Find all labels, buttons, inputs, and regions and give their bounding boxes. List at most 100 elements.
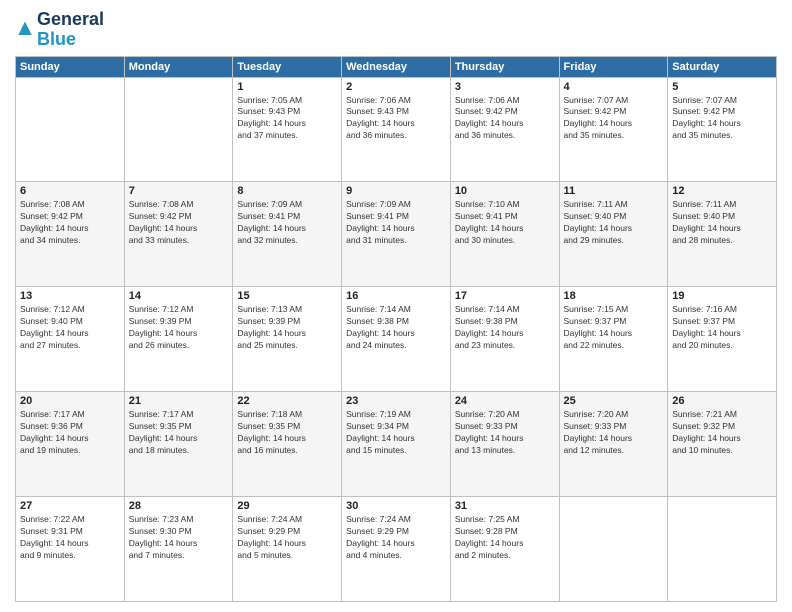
calendar-cell: 25 Sunrise: 7:20 AM Sunset: 9:33 PM Dayli… (559, 392, 668, 497)
week-row-1: 1Sunrise: 7:05 AM Sunset: 9:43 PM Daylig… (16, 77, 777, 182)
calendar-table: SundayMondayTuesdayWednesdayThursdayFrid… (15, 56, 777, 602)
day-number: 2 (346, 81, 446, 93)
calendar-cell: 17Sunrise: 7:14 AM Sunset: 9:38 PM Dayli… (450, 287, 559, 392)
day-info: Sunrise: 7:07 AM Sunset: 9:42 PM Dayligh… (672, 95, 772, 143)
week-row-2: 6Sunrise: 7:08 AM Sunset: 9:42 PM Daylig… (16, 182, 777, 287)
calendar-cell: 13 Sunrise: 7:12 AM Sunset: 9:40 PM Dayli… (16, 287, 125, 392)
calendar-cell: 29 Sunrise: 7:24 AM Sunset: 9:29 PM Dayli… (233, 497, 342, 602)
day-number: 3 (455, 81, 555, 93)
calendar-cell: 28 Sunrise: 7:23 AM Sunset: 9:30 PM Dayli… (124, 497, 233, 602)
day-info: Sunrise: 7:22 AM Sunset: 9:31 PM Dayligh… (20, 514, 120, 562)
day-number: 7 (129, 185, 229, 197)
day-info: Sunrise: 7:08 AM Sunset: 9:42 PM Dayligh… (20, 199, 120, 247)
day-info: Sunrise: 7:14 AM Sunset: 9:38 PM Dayligh… (346, 304, 446, 352)
weekday-header-friday: Friday (559, 56, 668, 77)
week-row-5: 27 Sunrise: 7:22 AM Sunset: 9:31 PM Dayli… (16, 497, 777, 602)
day-number: 21 (129, 395, 229, 407)
calendar-cell: 20Sunrise: 7:17 AM Sunset: 9:36 PM Dayli… (16, 392, 125, 497)
weekday-header-saturday: Saturday (668, 56, 777, 77)
day-info: Sunrise: 7:06 AM Sunset: 9:43 PM Dayligh… (346, 95, 446, 143)
day-number: 15 (237, 290, 337, 302)
day-number: 9 (346, 185, 446, 197)
day-info: Sunrise: 7:18 AM Sunset: 9:35 PM Dayligh… (237, 409, 337, 457)
day-number: 25 (564, 395, 664, 407)
day-info: Sunrise: 7:10 AM Sunset: 9:41 PM Dayligh… (455, 199, 555, 247)
calendar-cell: 14 Sunrise: 7:12 AM Sunset: 9:39 PM Dayli… (124, 287, 233, 392)
day-number: 26 (672, 395, 772, 407)
day-number: 13 (20, 290, 120, 302)
calendar-cell: 2 Sunrise: 7:06 AM Sunset: 9:43 PM Daylig… (342, 77, 451, 182)
day-info: Sunrise: 7:20 AM Sunset: 9:33 PM Dayligh… (564, 409, 664, 457)
day-number: 31 (455, 500, 555, 512)
weekday-header-monday: Monday (124, 56, 233, 77)
calendar-cell (124, 77, 233, 182)
day-number: 19 (672, 290, 772, 302)
header: General Blue (15, 10, 777, 50)
weekday-header-thursday: Thursday (450, 56, 559, 77)
calendar-cell: 15 Sunrise: 7:13 AM Sunset: 9:39 PM Dayli… (233, 287, 342, 392)
day-info: Sunrise: 7:24 AM Sunset: 9:29 PM Dayligh… (346, 514, 446, 562)
day-info: Sunrise: 7:20 AM Sunset: 9:33 PM Dayligh… (455, 409, 555, 457)
calendar-cell: 4Sunrise: 7:07 AM Sunset: 9:42 PM Daylig… (559, 77, 668, 182)
day-info: Sunrise: 7:11 AM Sunset: 9:40 PM Dayligh… (672, 199, 772, 247)
day-number: 30 (346, 500, 446, 512)
day-number: 17 (455, 290, 555, 302)
weekday-header-tuesday: Tuesday (233, 56, 342, 77)
day-info: Sunrise: 7:15 AM Sunset: 9:37 PM Dayligh… (564, 304, 664, 352)
calendar-cell: 21 Sunrise: 7:17 AM Sunset: 9:35 PM Dayli… (124, 392, 233, 497)
day-info: Sunrise: 7:06 AM Sunset: 9:42 PM Dayligh… (455, 95, 555, 143)
day-number: 27 (20, 500, 120, 512)
day-number: 28 (129, 500, 229, 512)
day-info: Sunrise: 7:17 AM Sunset: 9:35 PM Dayligh… (129, 409, 229, 457)
day-info: Sunrise: 7:12 AM Sunset: 9:40 PM Dayligh… (20, 304, 120, 352)
logo-text: General Blue (37, 10, 104, 50)
day-number: 8 (237, 185, 337, 197)
calendar-cell: 18 Sunrise: 7:15 AM Sunset: 9:37 PM Dayli… (559, 287, 668, 392)
day-info: Sunrise: 7:12 AM Sunset: 9:39 PM Dayligh… (129, 304, 229, 352)
day-info: Sunrise: 7:09 AM Sunset: 9:41 PM Dayligh… (237, 199, 337, 247)
calendar-cell: 22 Sunrise: 7:18 AM Sunset: 9:35 PM Dayli… (233, 392, 342, 497)
calendar-cell: 12 Sunrise: 7:11 AM Sunset: 9:40 PM Dayli… (668, 182, 777, 287)
calendar-cell: 30 Sunrise: 7:24 AM Sunset: 9:29 PM Dayli… (342, 497, 451, 602)
day-info: Sunrise: 7:08 AM Sunset: 9:42 PM Dayligh… (129, 199, 229, 247)
weekday-header-sunday: Sunday (16, 56, 125, 77)
day-number: 11 (564, 185, 664, 197)
day-info: Sunrise: 7:11 AM Sunset: 9:40 PM Dayligh… (564, 199, 664, 247)
calendar-cell: 19 Sunrise: 7:16 AM Sunset: 9:37 PM Dayli… (668, 287, 777, 392)
calendar-cell: 3 Sunrise: 7:06 AM Sunset: 9:42 PM Daylig… (450, 77, 559, 182)
week-row-4: 20Sunrise: 7:17 AM Sunset: 9:36 PM Dayli… (16, 392, 777, 497)
day-number: 1 (237, 81, 337, 93)
calendar-cell: 8 Sunrise: 7:09 AM Sunset: 9:41 PM Daylig… (233, 182, 342, 287)
day-number: 12 (672, 185, 772, 197)
calendar-cell: 27 Sunrise: 7:22 AM Sunset: 9:31 PM Dayli… (16, 497, 125, 602)
calendar-cell: 24Sunrise: 7:20 AM Sunset: 9:33 PM Dayli… (450, 392, 559, 497)
calendar-cell (668, 497, 777, 602)
day-info: Sunrise: 7:25 AM Sunset: 9:28 PM Dayligh… (455, 514, 555, 562)
day-info: Sunrise: 7:13 AM Sunset: 9:39 PM Dayligh… (237, 304, 337, 352)
weekday-header-row: SundayMondayTuesdayWednesdayThursdayFrid… (16, 56, 777, 77)
calendar-cell: 16 Sunrise: 7:14 AM Sunset: 9:38 PM Dayli… (342, 287, 451, 392)
calendar-cell: 1Sunrise: 7:05 AM Sunset: 9:43 PM Daylig… (233, 77, 342, 182)
week-row-3: 13 Sunrise: 7:12 AM Sunset: 9:40 PM Dayli… (16, 287, 777, 392)
calendar-cell (559, 497, 668, 602)
day-info: Sunrise: 7:07 AM Sunset: 9:42 PM Dayligh… (564, 95, 664, 143)
day-info: Sunrise: 7:24 AM Sunset: 9:29 PM Dayligh… (237, 514, 337, 562)
calendar-cell: 7 Sunrise: 7:08 AM Sunset: 9:42 PM Daylig… (124, 182, 233, 287)
day-number: 29 (237, 500, 337, 512)
day-info: Sunrise: 7:23 AM Sunset: 9:30 PM Dayligh… (129, 514, 229, 562)
day-number: 5 (672, 81, 772, 93)
calendar-cell: 9 Sunrise: 7:09 AM Sunset: 9:41 PM Daylig… (342, 182, 451, 287)
day-info: Sunrise: 7:09 AM Sunset: 9:41 PM Dayligh… (346, 199, 446, 247)
calendar-cell: 26 Sunrise: 7:21 AM Sunset: 9:32 PM Dayli… (668, 392, 777, 497)
day-info: Sunrise: 7:21 AM Sunset: 9:32 PM Dayligh… (672, 409, 772, 457)
calendar-cell: 10 Sunrise: 7:10 AM Sunset: 9:41 PM Dayli… (450, 182, 559, 287)
day-info: Sunrise: 7:17 AM Sunset: 9:36 PM Dayligh… (20, 409, 120, 457)
calendar-cell: 6Sunrise: 7:08 AM Sunset: 9:42 PM Daylig… (16, 182, 125, 287)
day-number: 16 (346, 290, 446, 302)
day-info: Sunrise: 7:16 AM Sunset: 9:37 PM Dayligh… (672, 304, 772, 352)
day-number: 10 (455, 185, 555, 197)
day-number: 22 (237, 395, 337, 407)
day-number: 14 (129, 290, 229, 302)
day-number: 18 (564, 290, 664, 302)
page: General Blue SundayMondayTuesdayWednesda… (0, 0, 792, 612)
